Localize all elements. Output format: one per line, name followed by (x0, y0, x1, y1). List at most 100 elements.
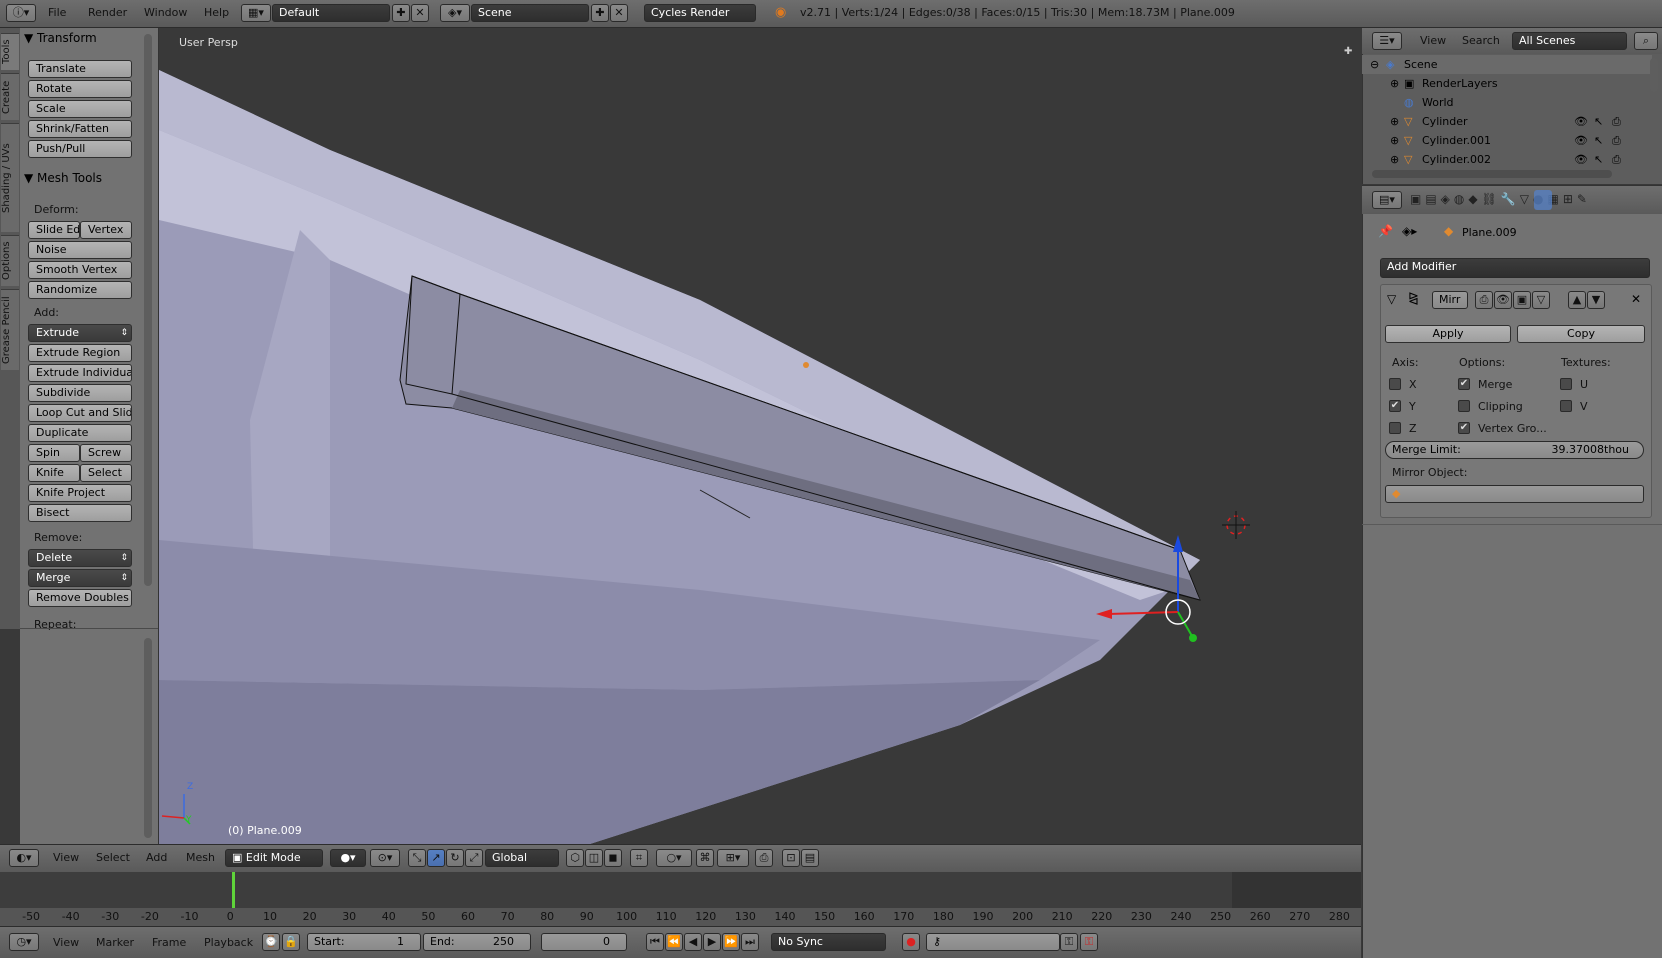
orientation-select[interactable]: Global (485, 849, 559, 867)
extrude-region-button[interactable]: Extrude Region (28, 344, 132, 362)
editor-type-icon[interactable]: ⓘ▾ (6, 4, 36, 22)
modifier-name-field[interactable]: Mirr (1432, 291, 1468, 309)
render-still-icon[interactable]: ⊡ (782, 849, 800, 867)
translate-button[interactable]: Translate (28, 60, 132, 78)
render-camera-icon[interactable]: ⎙ (1612, 112, 1621, 131)
toolshelf-scrollbar[interactable] (144, 34, 152, 586)
copy-button[interactable]: Copy (1517, 325, 1645, 343)
mesh-tools-panel-header[interactable]: ▼ Mesh Tools (24, 171, 152, 185)
3d-viewport[interactable]: User Persp (0) Plane.009 Z Y ✚ (159, 28, 1361, 844)
y-handle-icon[interactable] (1189, 634, 1197, 642)
smooth-vertex-button[interactable]: Smooth Vertex (28, 261, 132, 279)
z-arrow-icon[interactable] (1173, 535, 1183, 552)
tex-u-checkbox[interactable] (1560, 378, 1572, 390)
outliner-scrollbar[interactable] (1650, 58, 1658, 92)
mode-select[interactable]: ▣ Edit Mode (225, 849, 323, 867)
apply-button[interactable]: Apply (1385, 325, 1511, 343)
timeline-editor-type-icon[interactable]: ◷▾ (9, 933, 39, 951)
extrude-dropdown[interactable]: Extrude (28, 324, 132, 342)
move-down-icon[interactable]: ▼ (1587, 291, 1605, 309)
timeline-ruler[interactable] (0, 908, 1361, 926)
render-camera-icon[interactable]: ⎙ (1612, 131, 1621, 150)
modifier-tab-active-icon[interactable] (1534, 190, 1552, 210)
tab-grease-pencil[interactable]: Grease Pencil (1, 289, 19, 370)
view3d-editor-type-icon[interactable]: ◐▾ (9, 849, 39, 867)
tab-options[interactable]: Options (1, 235, 19, 286)
subdivide-button[interactable]: Subdivide (28, 384, 132, 402)
add-modifier-dropdown[interactable]: Add Modifier (1380, 258, 1650, 278)
sync-select[interactable]: No Sync (771, 933, 886, 951)
snap-element-icon[interactable]: ⊞▾ (717, 849, 749, 867)
axis-y-checkbox[interactable]: ✔ (1389, 400, 1401, 412)
noise-button[interactable]: Noise (28, 241, 132, 259)
add-scene-icon[interactable]: ✚ (591, 4, 609, 22)
collapse-arrow-icon[interactable]: ▽ (1387, 292, 1396, 306)
delete-layout-icon[interactable]: ✕ (411, 4, 429, 22)
randomize-button[interactable]: Randomize (28, 281, 132, 299)
record-icon[interactable]: ● (902, 933, 920, 951)
timeline-marker-menu[interactable]: Marker (96, 936, 134, 949)
outliner-search-menu[interactable]: Search (1462, 34, 1500, 47)
knife-project-button[interactable]: Knife Project (28, 484, 132, 502)
merge-limit-field[interactable]: Merge Limit: 39.37008thou (1385, 441, 1644, 459)
next-keyframe-icon[interactable]: ⏩ (722, 933, 740, 951)
jump-start-icon[interactable]: ⏮ (646, 933, 664, 951)
merge-checkbox[interactable]: ✔ (1458, 378, 1470, 390)
push-pull-button[interactable]: Push/Pull (28, 140, 132, 158)
select-arrow-icon[interactable]: ↖ (1594, 112, 1603, 131)
select-arrow-icon[interactable]: ↖ (1594, 150, 1603, 166)
clipping-checkbox[interactable] (1458, 400, 1470, 412)
scale-button[interactable]: Scale (28, 100, 132, 118)
end-frame-field[interactable]: End: 250 (423, 933, 531, 951)
outliner-row-cylinder-001[interactable]: ⊕ ▽ Cylinder.001 👁 ↖ ⎙ (1362, 131, 1652, 150)
current-frame-field[interactable]: 0 (541, 933, 627, 951)
mesh-canvas[interactable] (159, 28, 1361, 844)
jump-end-icon[interactable]: ⏭ (741, 933, 759, 951)
add-layout-icon[interactable]: ✚ (392, 4, 410, 22)
spin-button[interactable]: Spin (28, 444, 80, 462)
rotate-manipulator-icon[interactable]: ↻ (446, 849, 464, 867)
toolshelf-lower-scrollbar[interactable] (144, 638, 152, 838)
play-reverse-icon[interactable]: ◀ (684, 933, 702, 951)
keying-set-field[interactable]: ⚷ (926, 933, 1060, 951)
render-camera-icon[interactable]: ⎙ (1612, 150, 1621, 166)
slide-edge-button[interactable]: Slide Ed (28, 221, 80, 239)
outliner-row-renderlayers[interactable]: ⊕ ▣ RenderLayers (1362, 74, 1652, 93)
outliner-row-world[interactable]: ◍ World (1362, 93, 1652, 112)
menu-help[interactable]: Help (204, 6, 229, 19)
play-icon[interactable]: ▶ (703, 933, 721, 951)
current-frame-line[interactable] (232, 872, 235, 908)
pin-icon[interactable]: 📌 (1378, 224, 1393, 238)
limit-selection-icon[interactable]: ⌗ (630, 849, 648, 867)
timeline-view-menu[interactable]: View (53, 936, 79, 949)
extrude-individual-button[interactable]: Extrude Individual (28, 364, 132, 382)
view-menu[interactable]: View (53, 851, 79, 864)
outliner-filter-select[interactable]: All Scenes (1512, 32, 1627, 50)
duplicate-button[interactable]: Duplicate (28, 424, 132, 442)
modifier-viewport-icon[interactable]: 👁 (1494, 291, 1512, 309)
move-up-icon[interactable]: ▲ (1568, 291, 1586, 309)
shading-mode-icon[interactable]: ●▾ (330, 849, 366, 867)
loop-cut-button[interactable]: Loop Cut and Slide (28, 404, 132, 422)
face-select-icon[interactable]: ◼ (604, 849, 622, 867)
add-menu[interactable]: Add (146, 851, 167, 864)
bisect-button[interactable]: Bisect (28, 504, 132, 522)
visibility-eye-icon[interactable]: 👁 (1574, 131, 1588, 150)
knife-select-button[interactable]: Select (80, 464, 132, 482)
outliner-search-icon[interactable]: ⌕ (1634, 32, 1658, 50)
screw-button[interactable]: Screw (80, 444, 132, 462)
scene-field[interactable]: Scene (471, 4, 589, 22)
transform-panel-header[interactable]: ▼ Transform (24, 31, 152, 45)
snap-toggle-icon[interactable]: ⌘ (696, 849, 714, 867)
modifier-render-icon[interactable]: ⎙ (1475, 291, 1493, 309)
rotate-button[interactable]: Rotate (28, 80, 132, 98)
pivot-point-icon[interactable]: ⊙▾ (370, 849, 400, 867)
menu-file[interactable]: File (48, 6, 66, 19)
opengl-render-icon[interactable]: ⎙ (755, 849, 773, 867)
mesh-menu[interactable]: Mesh (186, 851, 215, 864)
delete-scene-icon[interactable]: ✕ (610, 4, 628, 22)
viewport-expand-icon[interactable]: ✚ (1344, 46, 1352, 57)
tab-shading-uvs[interactable]: Shading / UVs (1, 123, 19, 232)
timeline-frame-menu[interactable]: Frame (152, 936, 186, 949)
outliner-row-cylinder-002[interactable]: ⊕ ▽ Cylinder.002 👁 ↖ ⎙ (1362, 150, 1652, 166)
